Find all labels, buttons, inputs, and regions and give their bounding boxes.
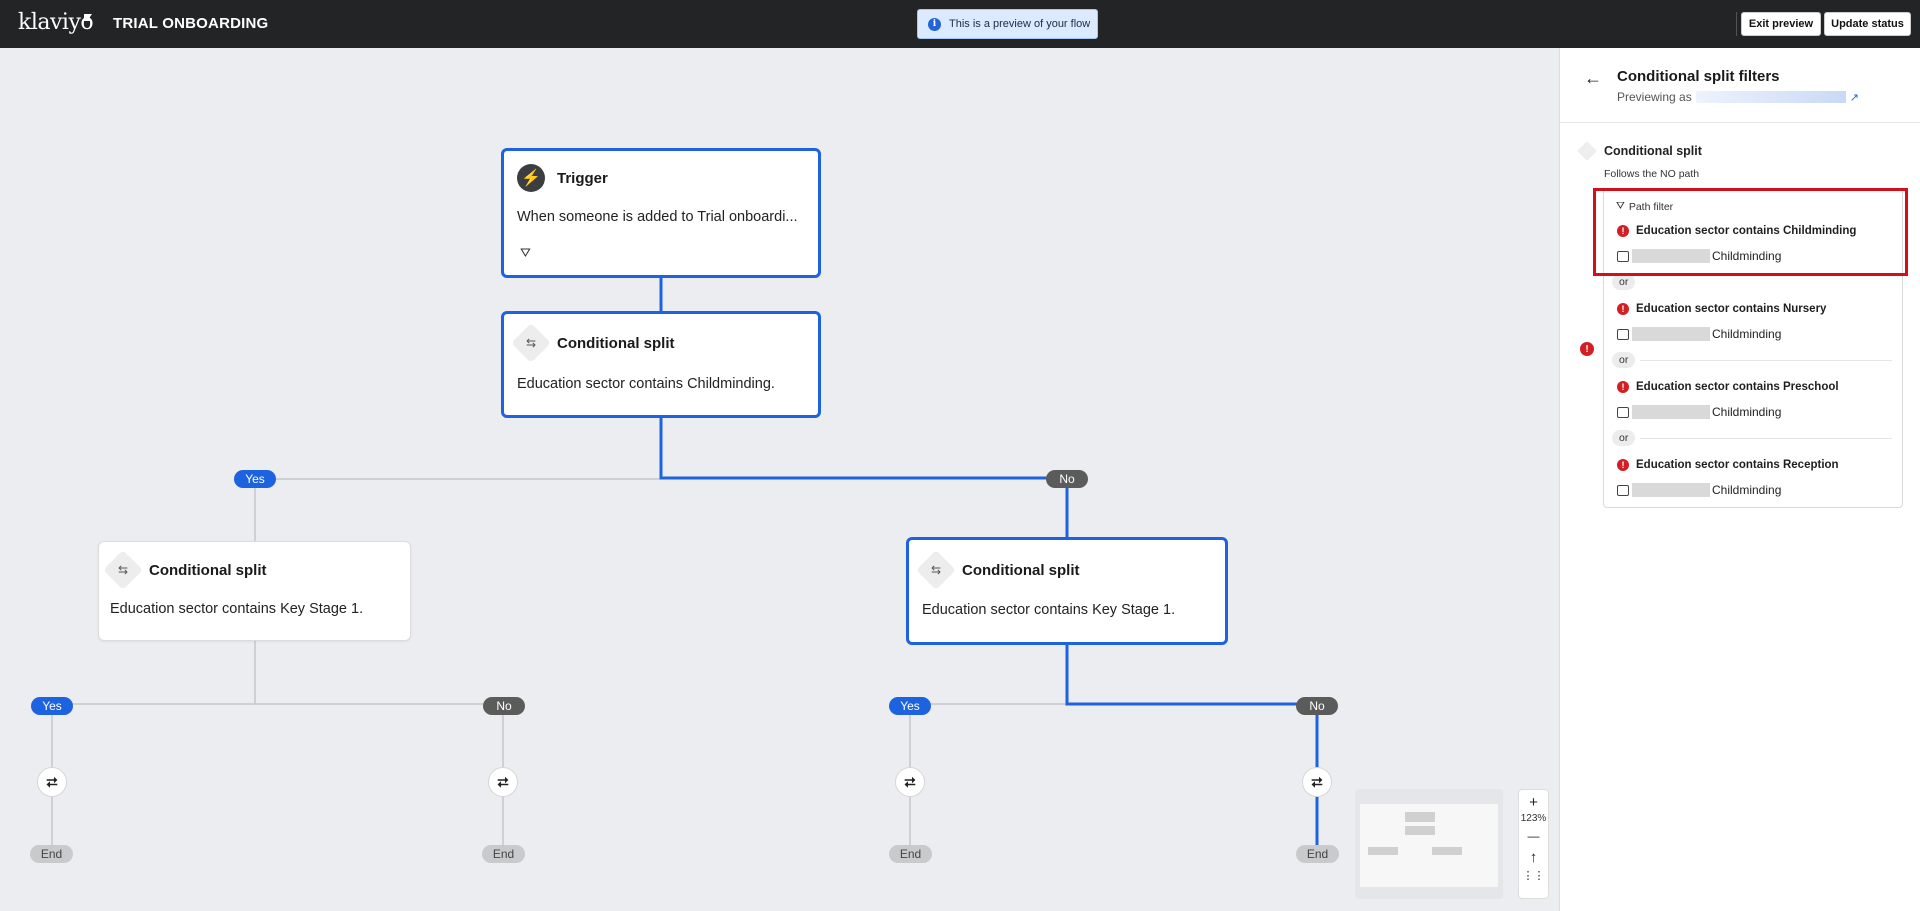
redacted-value [1632, 405, 1710, 419]
exit-icon[interactable]: ⮂ [37, 767, 67, 797]
split-title: Conditional split [962, 561, 1080, 579]
alert-icon: ! [1617, 381, 1629, 393]
split-icon: ⇆ [916, 550, 956, 590]
yes-branch-label: Yes [31, 697, 73, 715]
minimap-node [1432, 847, 1462, 855]
condition-row: ! Education sector contains Nursery [1617, 303, 1826, 315]
redacted-value [1632, 483, 1710, 497]
exit-icon[interactable]: ⮂ [1302, 767, 1332, 797]
exit-icon[interactable]: ⮂ [488, 767, 518, 797]
split-title: Conditional split [557, 334, 675, 352]
external-link-icon[interactable]: ↗ [1850, 91, 1859, 104]
split-description: Education sector contains Childminding. [517, 376, 775, 392]
split-label: Conditional split [1604, 144, 1702, 158]
split-title: Conditional split [149, 561, 267, 579]
end-label: End [889, 845, 932, 863]
divider [1640, 438, 1892, 439]
trigger-title: Trigger [557, 169, 608, 187]
condition-property: Childminding [1617, 405, 1781, 419]
condition-value: Childminding [1712, 405, 1782, 419]
info-icon: i [928, 17, 941, 31]
filters-panel: ← Conditional split filters Previewing a… [1559, 48, 1920, 911]
no-branch-label: No [1046, 470, 1088, 488]
trigger-description: When someone is added to Trial onboardi.… [517, 209, 798, 225]
or-separator: or [1612, 274, 1636, 290]
profile-property-icon [1617, 406, 1629, 418]
split-icon: ⇆ [103, 550, 143, 590]
condition-property: Childminding [1617, 327, 1781, 341]
profile-property-icon [1617, 328, 1629, 340]
minimap-node [1405, 826, 1435, 835]
alert-icon: ! [1617, 459, 1629, 471]
conditional-split-no[interactable]: ⇆ Conditional split Education sector con… [906, 537, 1228, 645]
end-label: End [1296, 845, 1339, 863]
end-label: End [30, 845, 73, 863]
condition-row: ! Education sector contains Reception [1617, 459, 1839, 471]
grid-icon[interactable]: ⋮⋮ [1523, 871, 1545, 882]
split-description: Education sector contains Key Stage 1. [110, 601, 364, 617]
divider [1736, 12, 1737, 36]
redacted-value [1632, 327, 1710, 341]
end-label: End [482, 845, 525, 863]
follows-path-text: Follows the NO path [1604, 168, 1700, 180]
conditional-split-main[interactable]: ⇆ Conditional split Education sector con… [501, 311, 821, 418]
no-branch-label: No [1296, 697, 1338, 715]
zoom-level: 123% [1520, 813, 1547, 824]
preview-banner-text: This is a preview of your flow [949, 18, 1091, 30]
klaviyo-logo[interactable]: klaviyo [18, 10, 94, 35]
previewing-as-label: Previewing as [1617, 90, 1692, 104]
split-icon [1577, 141, 1597, 161]
redacted-profile-link[interactable] [1695, 91, 1846, 103]
update-status-button[interactable]: Update status [1824, 12, 1911, 36]
conditional-split-yes[interactable]: ⇆ Conditional split Education sector con… [98, 541, 411, 641]
alert-icon: ! [1617, 303, 1629, 315]
top-bar: klaviyo TRIAL ONBOARDING i This is a pre… [0, 0, 1920, 48]
panel-title: Conditional split filters [1617, 68, 1780, 85]
condition-property: Childminding [1617, 483, 1781, 497]
filter-icon: ⛛ [520, 245, 531, 260]
zoom-in-button[interactable]: + [1529, 795, 1538, 810]
alert-icon: ! [1580, 342, 1594, 356]
condition-value: Childminding [1712, 327, 1782, 341]
split-icon: ⇆ [511, 323, 551, 363]
flow-title: TRIAL ONBOARDING [113, 15, 269, 32]
split-description: Education sector contains Key Stage 1. [922, 602, 1176, 618]
preview-banner: i This is a preview of your flow [917, 9, 1098, 39]
minimap-node [1405, 812, 1435, 822]
trigger-node[interactable]: ⚡ Trigger When someone is added to Trial… [501, 148, 821, 278]
or-separator: or [1612, 430, 1636, 446]
minimap-node [1368, 847, 1398, 855]
yes-branch-label: Yes [889, 697, 931, 715]
condition-text: Education sector contains Preschool [1636, 381, 1839, 393]
zoom-controls: + 123% — ↑ ⋮⋮ [1518, 789, 1549, 899]
condition-text: Education sector contains Nursery [1636, 303, 1827, 315]
profile-property-icon [1617, 484, 1629, 496]
lightning-icon: ⚡ [517, 164, 545, 192]
or-separator: or [1612, 352, 1636, 368]
divider [1560, 122, 1920, 123]
minimap[interactable] [1355, 789, 1503, 899]
back-arrow-icon[interactable]: ← [1584, 68, 1602, 89]
condition-row: ! Education sector contains Preschool [1617, 381, 1839, 393]
fit-view-button[interactable]: ↑ [1530, 850, 1538, 865]
exit-preview-button[interactable]: Exit preview [1741, 12, 1821, 36]
exit-icon[interactable]: ⮂ [895, 767, 925, 797]
zoom-out-button[interactable]: — [1528, 830, 1540, 842]
divider [1640, 360, 1892, 361]
previewing-as: Previewing as ↗ [1617, 90, 1859, 104]
minimap-viewport [1360, 804, 1498, 887]
condition-text: Education sector contains Reception [1636, 459, 1839, 471]
highlight-box [1593, 188, 1908, 276]
condition-value: Childminding [1712, 483, 1782, 497]
yes-branch-label: Yes [234, 470, 276, 488]
no-branch-label: No [483, 697, 525, 715]
